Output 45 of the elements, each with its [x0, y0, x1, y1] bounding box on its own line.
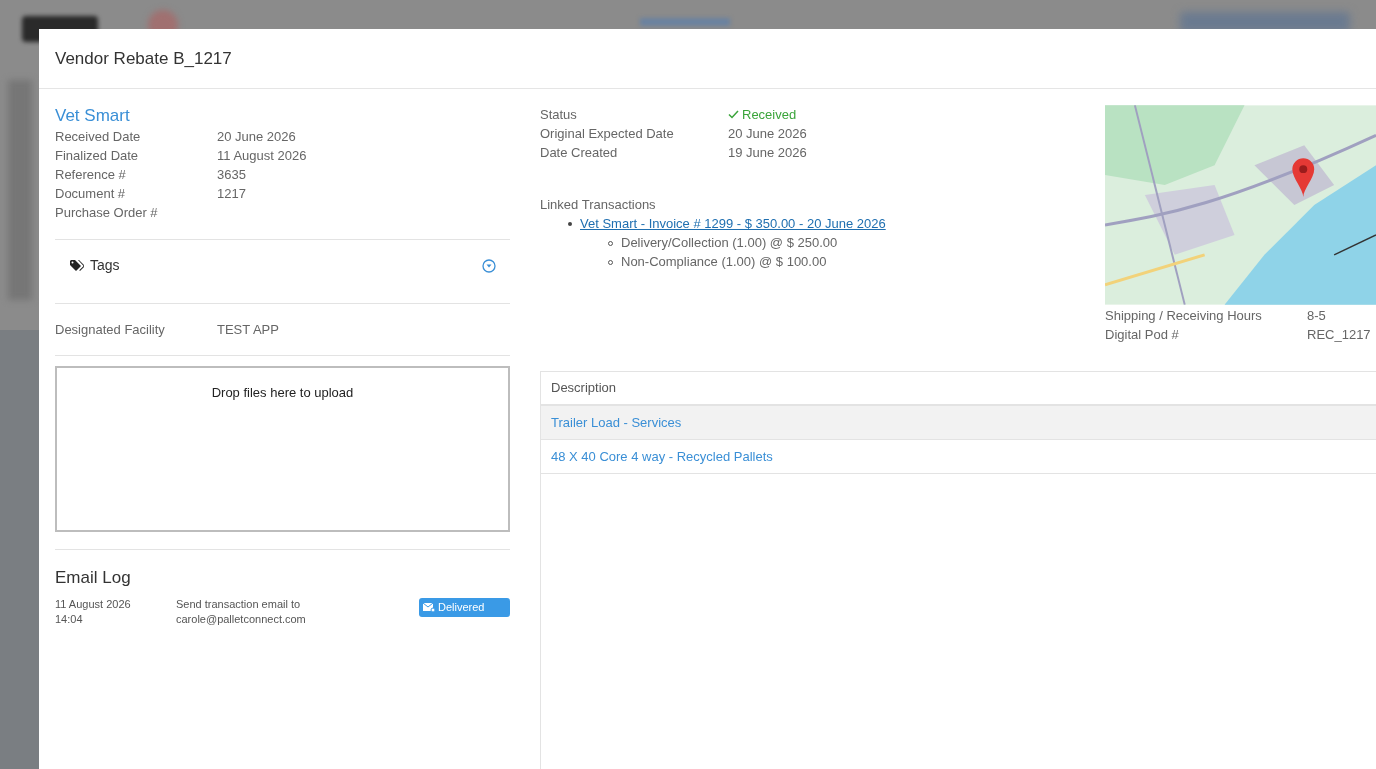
status-text: Received — [742, 105, 797, 124]
section-title: Email Log — [55, 567, 131, 589]
field-label: Date Created — [540, 143, 619, 162]
field-value: 8-5 — [1307, 306, 1326, 325]
tags-label: Tags — [90, 256, 120, 275]
vendor-link[interactable]: Vet Smart — [55, 106, 130, 126]
field-label: Purchase Order # — [55, 203, 159, 222]
field-value: TEST APP — [217, 320, 279, 339]
check-icon — [728, 110, 739, 119]
log-date: 11 August 2026 — [55, 596, 131, 612]
field-label: Reference # — [55, 165, 127, 184]
field-value: 11 August 2026 — [217, 146, 307, 165]
row-link[interactable]: Trailer Load - Services — [551, 412, 682, 433]
row-link[interactable]: 48 X 40 Core 4 way - Recycled Pallets — [551, 446, 773, 467]
section-label: Linked Transactions — [540, 196, 656, 214]
line-item-text: Delivery/Collection (1.00) @ $ 250.00 — [621, 234, 838, 253]
line-item-text: Non-Compliance (1.00) @ $ 100.00 — [621, 253, 827, 272]
tags-icon — [70, 259, 84, 272]
field-label: Finalized Date — [55, 146, 140, 165]
field-value: 19 June 2026 — [728, 143, 807, 162]
field-value: 20 June 2026 — [217, 127, 296, 146]
mail-icon — [423, 602, 435, 612]
field-label: Received Date — [55, 127, 142, 146]
field-label: Digital Pod # — [1105, 325, 1180, 344]
field-value: 3635 — [217, 165, 246, 184]
file-dropzone[interactable]: Drop files here to upload — [55, 366, 510, 532]
field-value: 20 June 2026 — [728, 124, 807, 143]
recipient-email: carole@palletconnect.com — [176, 611, 306, 627]
expand-icon[interactable] — [482, 259, 496, 273]
modal-title: Vendor Rebate B_1217 — [55, 47, 232, 70]
field-label: Shipping / Receiving Hours — [1105, 306, 1263, 325]
field-label: Status — [540, 105, 578, 124]
field-value: 1217 — [217, 184, 246, 203]
log-time: 14:04 — [55, 611, 83, 627]
log-message: Send transaction email to — [176, 596, 301, 612]
field-value: REC_1217 — [1307, 325, 1371, 344]
badge-text: Delivered — [438, 599, 485, 615]
transaction-link[interactable]: Vet Smart - Invoice # 1299 - $ 350.00 - 20 June 2026 — [580, 214, 886, 234]
bullet-icon — [568, 222, 572, 226]
table-row[interactable]: Trailer Load - Services — [541, 406, 1376, 440]
field-label: Designated Facility — [55, 320, 166, 339]
column-header: Description — [551, 379, 617, 398]
dropzone-text: Drop files here to upload — [211, 384, 354, 402]
field-label: Original Expected Date — [540, 124, 675, 143]
field-label: Document # — [55, 184, 127, 203]
